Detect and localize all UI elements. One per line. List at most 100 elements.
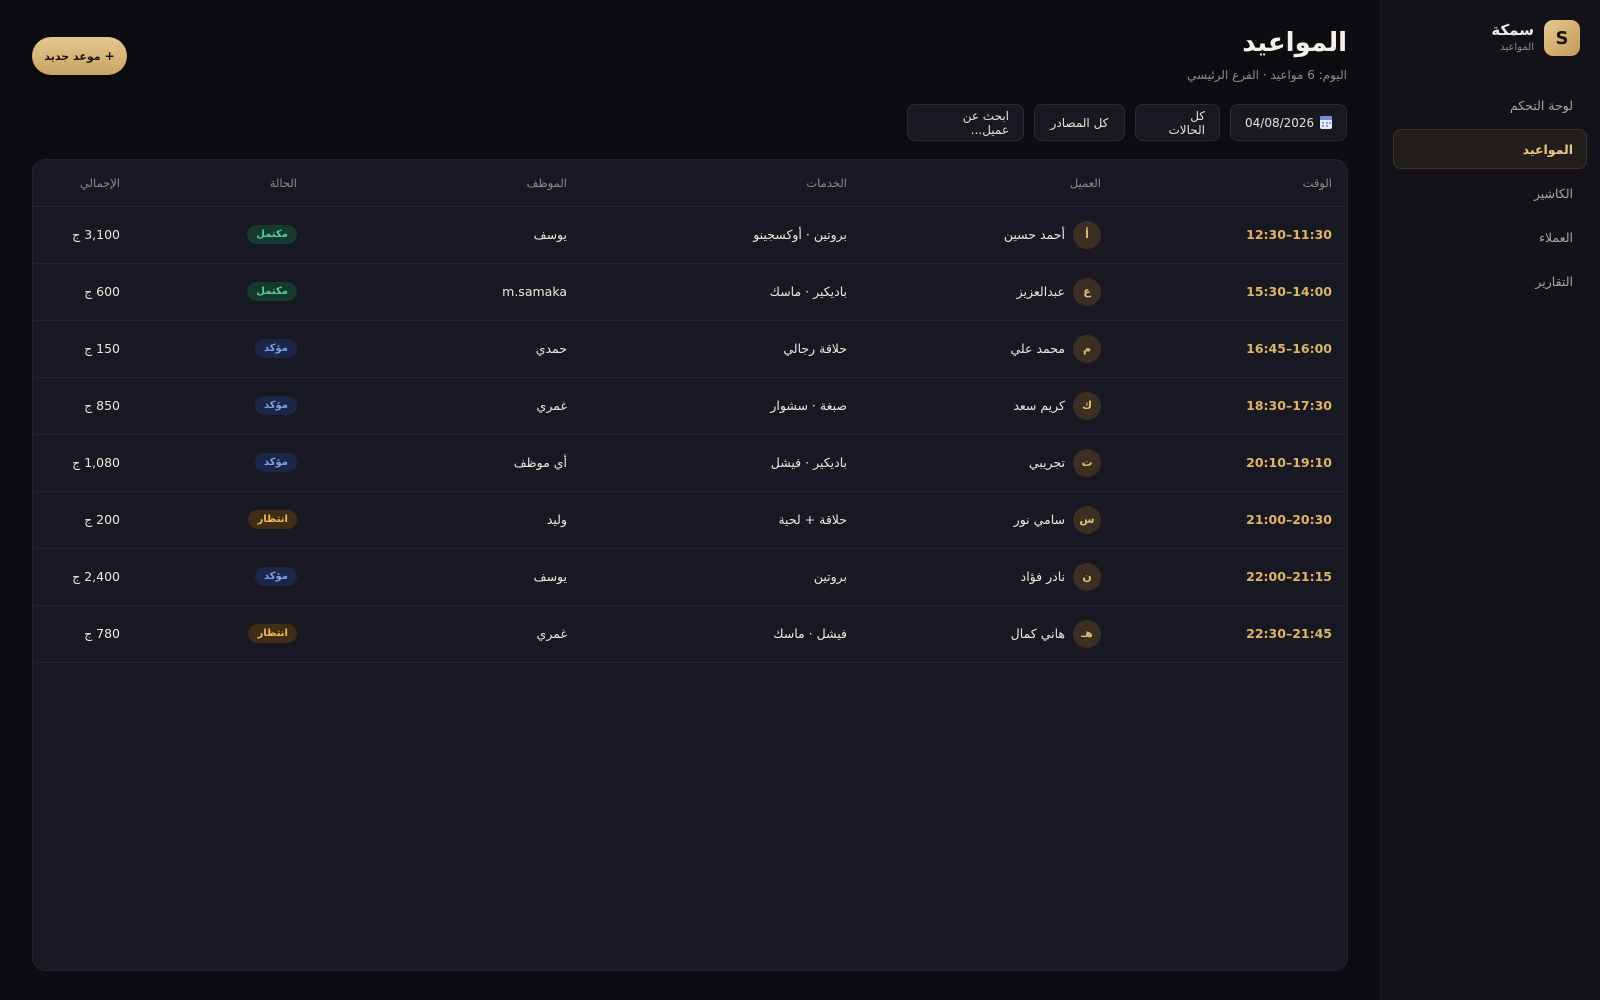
table-row[interactable]: 19:10–20:10 ت تجريبي باديكير · فيشل أي مو…	[33, 434, 1347, 491]
client-name: تجريبي	[1028, 455, 1065, 470]
cell-status: مؤكد	[120, 377, 297, 434]
cell-status: انتظار	[120, 491, 297, 548]
cell-status: مؤكد	[120, 320, 297, 377]
cell-total: 850 ج	[84, 398, 120, 413]
table-row[interactable]: 21:15–22:00 ن نادر فؤاد بروتين يوسف مؤكد …	[33, 548, 1347, 605]
client-name: عبدالعزيز	[1016, 284, 1065, 299]
brand: S سمكة المواعيد	[1400, 20, 1580, 56]
client-name: سامي نور	[1013, 512, 1065, 527]
sidebar-item-reports[interactable]: التقارير	[1393, 261, 1587, 301]
status-badge: انتظار	[248, 510, 297, 529]
header-services: الخدمات	[567, 160, 847, 207]
client-name: محمد علي	[1010, 341, 1065, 356]
cell-client: هـ هاني كمال	[847, 605, 1101, 662]
brand-logo: S	[1544, 20, 1580, 56]
cell-time: 11:30–12:30	[1246, 227, 1332, 242]
status-filter-value: كل الحالات	[1168, 108, 1205, 137]
cell-client: ن نادر فؤاد	[847, 548, 1101, 605]
avatar: م	[1073, 334, 1101, 363]
client-name: كريم سعد	[1013, 398, 1065, 413]
status-badge: مؤكد	[254, 396, 297, 415]
avatar: ت	[1073, 448, 1101, 477]
table-header-row: الوقت العميل الخدمات الموظف الحالة الإجم…	[33, 160, 1347, 207]
table-row[interactable]: 20:30–21:00 س سامي نور حلاقة + لحية وليد …	[33, 491, 1347, 548]
cell-client: م محمد علي	[847, 320, 1101, 377]
table-row[interactable]: 11:30–12:30 أ أحمد حسين بروتين · أوكسجينو…	[33, 206, 1347, 263]
cell-time: 14:00–15:30	[1246, 284, 1332, 299]
cell-client: أ أحمد حسين	[847, 206, 1101, 263]
cell-services: بروتين	[813, 569, 847, 584]
cell-total: 600 ج	[84, 284, 120, 299]
cell-staff: يوسف	[533, 227, 567, 242]
cell-time: 16:00–16:45	[1246, 341, 1332, 356]
cell-services: فيشل · ماسك	[773, 626, 847, 641]
sidebar-item-appointments[interactable]: المواعيد	[1393, 129, 1587, 169]
sidebar-item-cashier[interactable]: الكاشير	[1393, 173, 1587, 213]
table-row[interactable]: 17:30–18:30 ك كريم سعد صبغة · سشوار غمري …	[33, 377, 1347, 434]
new-appointment-button[interactable]: + موعد جديد	[32, 37, 127, 75]
brand-name: سمكة	[1491, 21, 1534, 40]
table-row[interactable]: 16:00–16:45 م محمد علي حلاقة رجالي حمدي م…	[33, 320, 1347, 377]
status-badge: مؤكد	[254, 567, 297, 586]
table-row[interactable]: 14:00–15:30 ع عبدالعزيز باديكير · ماسك m.…	[33, 263, 1347, 320]
client-name: أحمد حسين	[1003, 227, 1065, 242]
cell-services: باديكير · فيشل	[770, 455, 847, 470]
status-badge: مؤكد	[254, 339, 297, 358]
avatar: ن	[1073, 562, 1101, 591]
appointments-table: الوقت العميل الخدمات الموظف الحالة الإجم…	[33, 160, 1347, 663]
cell-staff: وليد	[546, 512, 567, 527]
cell-status: مؤكد	[120, 434, 297, 491]
cell-staff: غمري	[536, 626, 567, 641]
header-staff: الموظف	[297, 160, 567, 207]
cell-status: مكتمل	[120, 206, 297, 263]
header-total: الإجمالي	[33, 160, 120, 207]
cell-client: س سامي نور	[847, 491, 1101, 548]
page-subtitle: اليوم: 6 مواعيد · الفرع الرئيسي	[1187, 68, 1347, 82]
cell-status: انتظار	[120, 605, 297, 662]
sidebar: S سمكة المواعيد لوحة التحكم المواعيد الك…	[1380, 0, 1600, 1000]
sidebar-nav: لوحة التحكم المواعيد الكاشير العملاء الت…	[1393, 85, 1587, 305]
cell-services: حلاقة + لحية	[778, 512, 847, 527]
header-status: الحالة	[120, 160, 297, 207]
app-root: S سمكة المواعيد لوحة التحكم المواعيد الك…	[0, 0, 1600, 1000]
header-client: العميل	[847, 160, 1101, 207]
cell-time: 20:30–21:00	[1246, 512, 1332, 527]
avatar: ع	[1073, 277, 1101, 306]
cell-client: ك كريم سعد	[847, 377, 1101, 434]
avatar: هـ	[1073, 619, 1101, 648]
cell-status: مؤكد	[120, 548, 297, 605]
cell-staff: حمدي	[535, 341, 567, 356]
header-time: الوقت	[1101, 160, 1347, 207]
cell-total: 1,080 ج	[72, 455, 120, 470]
sidebar-item-dashboard[interactable]: لوحة التحكم	[1393, 85, 1587, 125]
table-row[interactable]: 21:45–22:30 هـ هاني كمال فيشل · ماسك غمري…	[33, 605, 1347, 662]
status-badge: مؤكد	[254, 453, 297, 472]
cell-services: حلاقة رجالي	[783, 341, 847, 356]
client-name: نادر فؤاد	[1020, 569, 1065, 584]
avatar: أ	[1073, 220, 1101, 249]
source-filter[interactable]: كل المصادر	[1034, 104, 1125, 141]
status-badge: انتظار	[248, 624, 297, 643]
status-badge: مكتمل	[247, 282, 297, 301]
filters-bar: 04/08/2026 كل الحالات كل المصادر ابحث عن…	[907, 104, 1347, 141]
appointments-table-card: الوقت العميل الخدمات الموظف الحالة الإجم…	[32, 159, 1348, 971]
cell-staff: غمري	[536, 398, 567, 413]
main-content: المواعيد اليوم: 6 مواعيد · الفرع الرئيسي…	[0, 0, 1380, 1000]
client-search-placeholder: ابحث عن عميل...	[962, 108, 1009, 137]
cell-time: 19:10–20:10	[1246, 455, 1332, 470]
plus-icon: +	[104, 49, 115, 63]
cell-staff: أي موظف	[513, 455, 567, 470]
cell-total: 200 ج	[84, 512, 120, 527]
cell-total: 780 ج	[84, 626, 120, 641]
client-search-input[interactable]: ابحث عن عميل...	[907, 104, 1024, 141]
status-filter[interactable]: كل الحالات	[1135, 104, 1220, 141]
brand-text: سمكة المواعيد	[1491, 21, 1534, 54]
cell-time: 21:15–22:00	[1246, 569, 1332, 584]
date-filter-value: 04/08/2026	[1245, 115, 1315, 130]
sidebar-item-clients[interactable]: العملاء	[1393, 217, 1587, 257]
cell-staff: m.samaka	[502, 284, 567, 299]
client-name: هاني كمال	[1010, 626, 1065, 641]
date-filter[interactable]: 04/08/2026	[1230, 104, 1347, 141]
cell-status: مكتمل	[120, 263, 297, 320]
cell-total: 2,400 ج	[72, 569, 120, 584]
